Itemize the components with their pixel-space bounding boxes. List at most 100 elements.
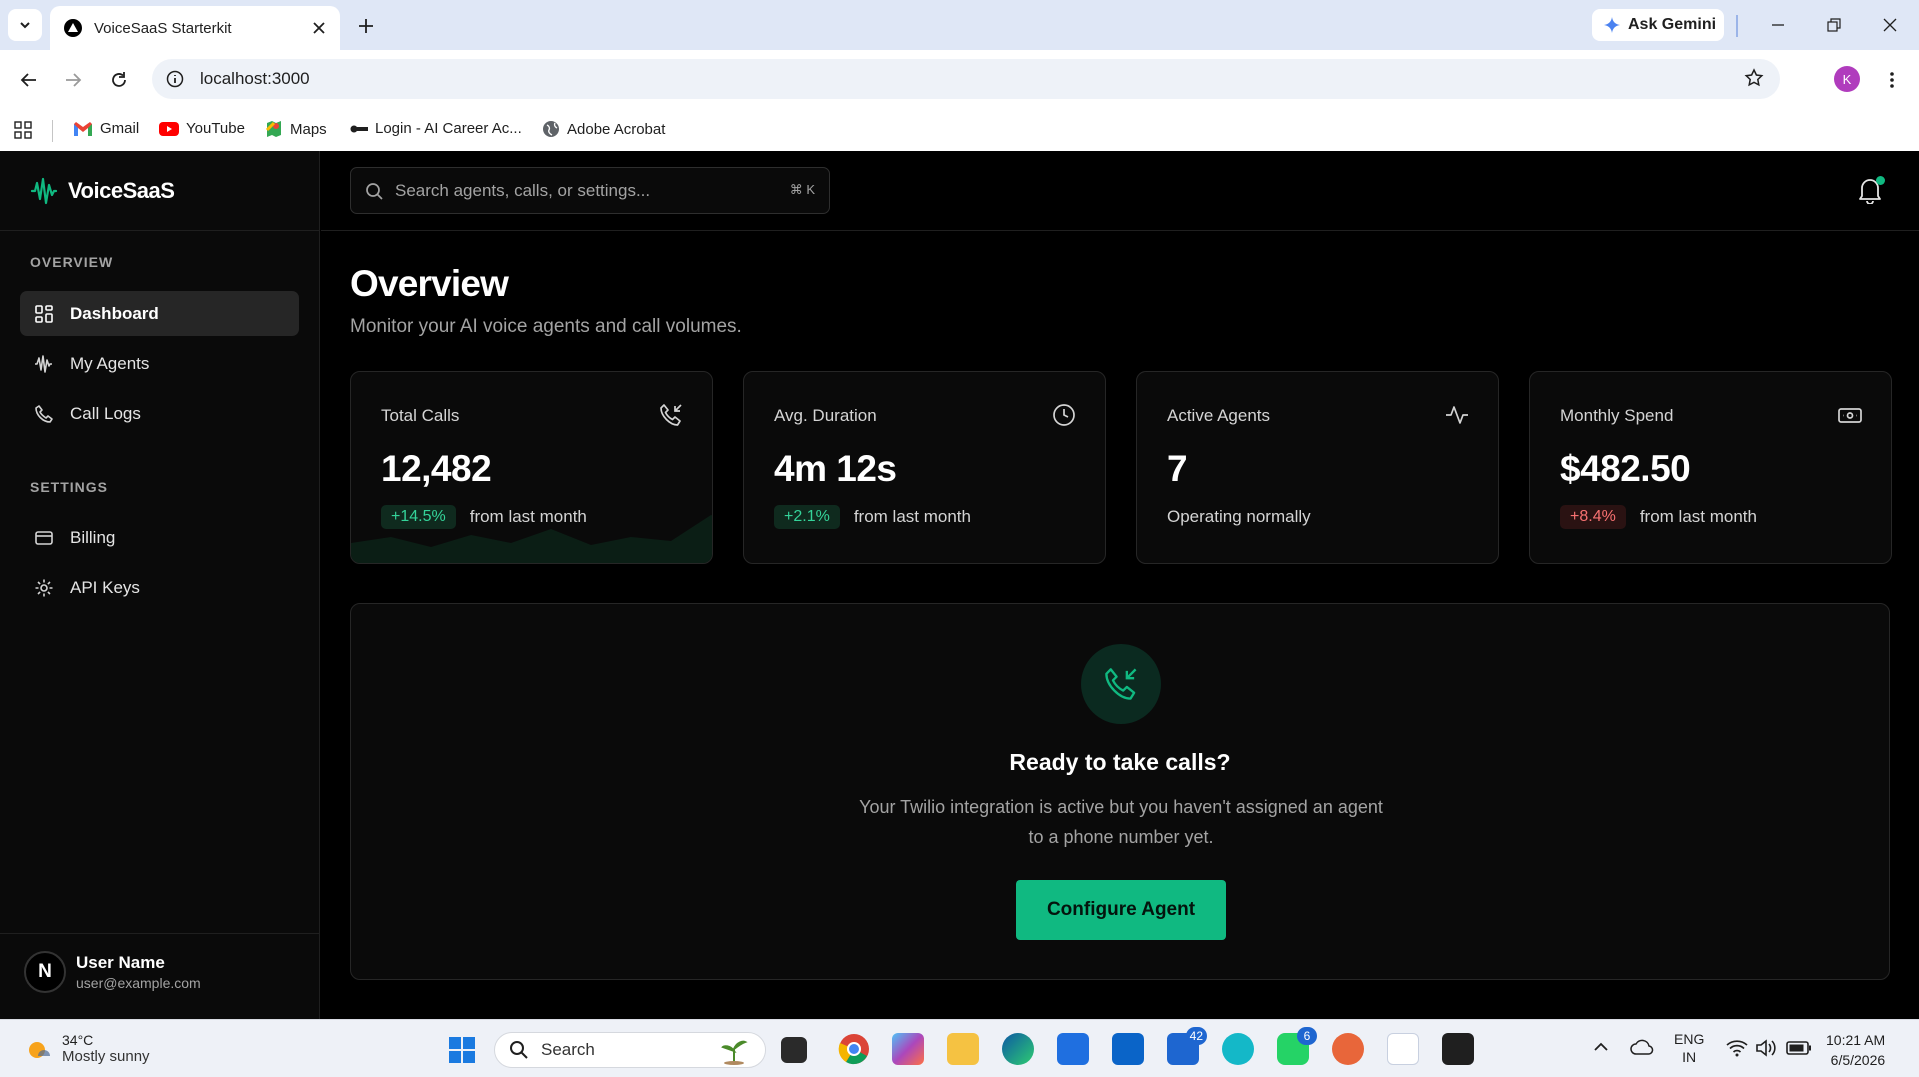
user-name: User Name	[76, 953, 165, 972]
bookmark-youtube[interactable]: YouTube	[159, 120, 245, 137]
arrow-right-icon	[66, 73, 82, 87]
reload-button[interactable]	[104, 65, 134, 95]
bookmark-label: Login - AI Career Ac...	[375, 120, 522, 137]
phone-icon	[35, 404, 53, 423]
globe-icon	[543, 121, 559, 137]
sidebar-item-label: Billing	[70, 527, 116, 547]
plus-icon	[359, 19, 373, 33]
divider	[0, 230, 320, 231]
activity-icon	[1446, 406, 1468, 424]
close-window-button[interactable]	[1870, 10, 1910, 40]
mail-icon[interactable]: 42	[1167, 1027, 1207, 1065]
sidebar-item-dashboard[interactable]: Dashboard	[20, 291, 299, 336]
bookmark-label: YouTube	[186, 120, 245, 137]
notifications-button[interactable]	[1857, 176, 1887, 206]
bookmark-adobe-acrobat[interactable]: Adobe Acrobat	[542, 120, 665, 138]
page-title: Overview	[350, 263, 509, 304]
chrome-icon[interactable]	[838, 1033, 870, 1065]
copilot-icon[interactable]	[892, 1033, 924, 1065]
waveform-icon	[35, 354, 52, 373]
close-icon	[1883, 18, 1897, 32]
terminal-icon[interactable]	[1442, 1033, 1474, 1065]
edge-icon[interactable]	[1002, 1033, 1034, 1065]
app-shell: VoiceSaaS OVERVIEW Dashboard My Agents C…	[0, 151, 1919, 1019]
os-taskbar: 34°C Mostly sunny Search 42 6 ENG IN 10:…	[0, 1019, 1919, 1077]
new-tab-button[interactable]	[352, 12, 380, 40]
close-tab-icon[interactable]	[312, 21, 326, 35]
app-icon[interactable]	[1387, 1033, 1419, 1065]
sidebar-item-billing[interactable]: Billing	[20, 515, 299, 560]
stat-card-monthly-spend: Monthly Spend $482.50 +8.4% from last mo…	[1529, 371, 1892, 564]
back-button[interactable]	[14, 65, 44, 95]
bookmarks-divider	[52, 120, 53, 142]
taskbar-search-label: Search	[541, 1040, 595, 1059]
notification-badge: 6	[1297, 1027, 1317, 1045]
delta-badge: +2.1%	[774, 505, 840, 529]
section-label-settings: SETTINGS	[30, 479, 109, 495]
browser-tab[interactable]: VoiceSaaS Starterkit	[50, 6, 340, 50]
configure-agent-button[interactable]: Configure Agent	[1016, 880, 1226, 940]
taskbar-search[interactable]: Search	[494, 1032, 766, 1068]
restore-button[interactable]	[1814, 10, 1854, 40]
ai-career-icon	[350, 125, 368, 132]
system-clock[interactable]: 10:21 AM 6/5/2026	[1826, 1030, 1885, 1070]
stat-delta-row: +2.1% from last month	[774, 505, 971, 529]
windows-start-icon[interactable]	[448, 1036, 476, 1064]
bookmark-maps[interactable]: Maps	[265, 120, 327, 138]
brand-logo[interactable]: VoiceSaaS	[30, 177, 175, 205]
stat-value: 4m 12s	[774, 448, 897, 489]
forward-button[interactable]	[58, 65, 88, 95]
search-icon	[510, 1041, 528, 1059]
url-bar[interactable]: localhost:3000	[152, 59, 1780, 99]
search-box[interactable]: ⌘ K	[350, 167, 830, 214]
site-info-icon[interactable]	[166, 70, 184, 88]
user-email: user@example.com	[76, 975, 201, 991]
empty-state-title: Ready to take calls?	[1009, 749, 1231, 775]
avatar: N	[24, 951, 66, 993]
bookmark-label: Maps	[290, 120, 327, 138]
chevron-up-icon[interactable]	[1593, 1042, 1609, 1052]
sidebar-item-label: My Agents	[70, 353, 150, 373]
battery-icon[interactable]	[1786, 1041, 1812, 1055]
user-profile[interactable]: N User Name user@example.com	[24, 951, 201, 993]
volume-icon[interactable]	[1755, 1039, 1777, 1057]
apps-grid-icon[interactable]	[14, 121, 32, 139]
notification-badge: 42	[1185, 1027, 1207, 1045]
sidebar-item-call-logs[interactable]: Call Logs	[20, 391, 299, 436]
bookmark-login[interactable]: Login - AI Career Ac...	[350, 120, 522, 137]
tab-title: VoiceSaaS Starterkit	[94, 19, 232, 37]
cloud-sync-icon[interactable]	[1630, 1038, 1654, 1058]
file-explorer-icon[interactable]	[947, 1033, 979, 1065]
minimize-button[interactable]	[1758, 10, 1798, 40]
claude-icon[interactable]	[1332, 1033, 1364, 1065]
sun-icon	[29, 1041, 50, 1058]
toolbar-divider	[1736, 15, 1738, 37]
delta-badge: +14.5%	[381, 505, 456, 529]
ask-gemini-button[interactable]: Ask Gemini	[1592, 9, 1724, 41]
bookmark-label: Gmail	[100, 120, 140, 137]
bookmark-gmail[interactable]: Gmail	[73, 120, 139, 137]
stat-value: $482.50	[1560, 448, 1691, 489]
browser-menu-button[interactable]	[1882, 65, 1902, 95]
whatsapp-icon[interactable]: 6	[1277, 1027, 1317, 1065]
search-input[interactable]	[395, 180, 775, 201]
outlook-icon[interactable]	[1112, 1033, 1144, 1065]
page-subtitle: Monitor your AI voice agents and call vo…	[350, 316, 742, 337]
app-icon[interactable]	[1222, 1033, 1254, 1065]
store-icon[interactable]	[1057, 1033, 1089, 1065]
weather-widget[interactable]: 34°C Mostly sunny	[24, 1032, 150, 1065]
sidebar-item-api-keys[interactable]: API Keys	[20, 565, 299, 610]
credit-card-icon	[35, 530, 53, 545]
language-code: ENG	[1674, 1031, 1705, 1047]
minimize-icon	[1772, 24, 1784, 26]
bookmark-star-icon[interactable]	[1744, 68, 1764, 88]
sidebar-item-my-agents[interactable]: My Agents	[20, 341, 299, 386]
gmail-icon	[74, 121, 92, 136]
tab-search-button[interactable]	[8, 9, 42, 41]
stat-card-total-calls: Total Calls 12,482 +14.5% from last mont…	[350, 371, 713, 564]
language-indicator[interactable]: ENG IN	[1674, 1030, 1704, 1066]
wifi-icon[interactable]	[1726, 1039, 1748, 1057]
profile-avatar[interactable]: K	[1834, 66, 1860, 92]
gemini-sparkle-icon	[1604, 17, 1620, 33]
task-view-icon[interactable]	[781, 1037, 807, 1063]
